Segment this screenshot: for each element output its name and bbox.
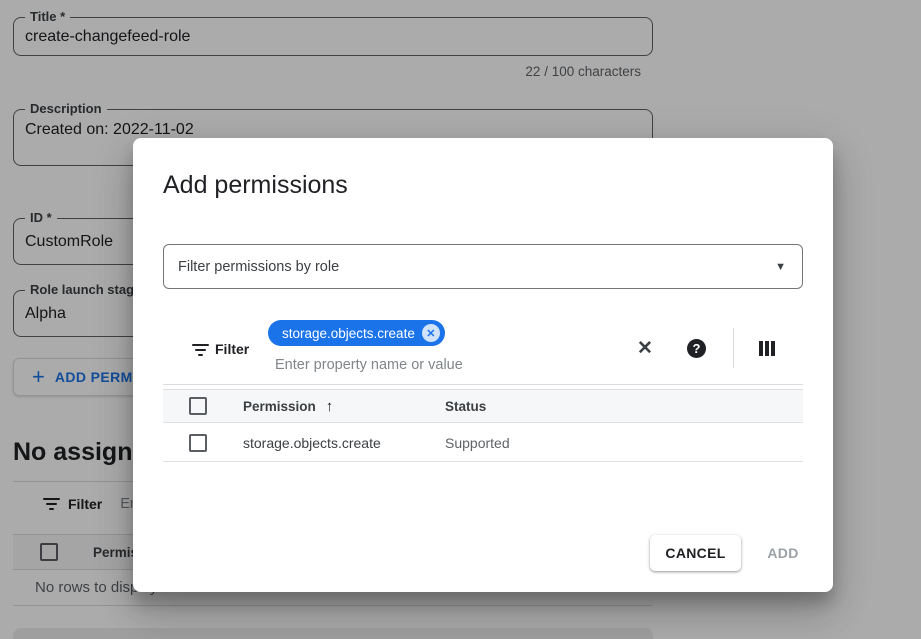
sort-ascending-icon[interactable]: ↑	[326, 398, 334, 415]
filter-chip-label: storage.objects.create	[282, 326, 415, 341]
chip-remove-icon[interactable]: ✕	[422, 324, 440, 342]
column-display-options-icon[interactable]	[759, 341, 775, 356]
status-column-header[interactable]: Status	[445, 399, 486, 414]
permissions-table-header: Permission ↑ Status	[163, 389, 803, 423]
status-cell: Supported	[445, 435, 510, 451]
dialog-filter-label: Filter	[215, 341, 249, 357]
permission-column-header[interactable]: Permission	[243, 399, 316, 414]
help-icon[interactable]: ?	[687, 339, 706, 358]
permission-cell: storage.objects.create	[243, 435, 381, 451]
dialog-filter-input[interactable]: Enter property name or value	[275, 357, 463, 373]
add-button[interactable]: ADD	[755, 535, 811, 571]
select-all-checkbox[interactable]	[189, 397, 207, 415]
dialog-title: Add permissions	[163, 171, 348, 200]
filter-permissions-by-role-select[interactable]: Filter permissions by role ▼	[163, 244, 803, 289]
cancel-button[interactable]: CANCEL	[650, 535, 741, 571]
add-permissions-dialog: Add permissions Filter permissions by ro…	[133, 138, 833, 592]
chevron-down-icon: ▼	[775, 261, 786, 273]
filter-chip-storage-objects-create[interactable]: storage.objects.create ✕	[268, 320, 445, 346]
filter-icon	[192, 344, 209, 356]
toolbar-divider	[733, 328, 734, 368]
table-row[interactable]: storage.objects.create Supported	[163, 424, 803, 462]
filter-bar-divider	[163, 384, 803, 385]
clear-filters-icon[interactable]: ✕	[637, 337, 653, 360]
screen: Title * create-changefeed-role 22 / 100 …	[0, 0, 921, 639]
row-checkbox[interactable]	[189, 434, 207, 452]
role-select-placeholder: Filter permissions by role	[178, 259, 775, 275]
